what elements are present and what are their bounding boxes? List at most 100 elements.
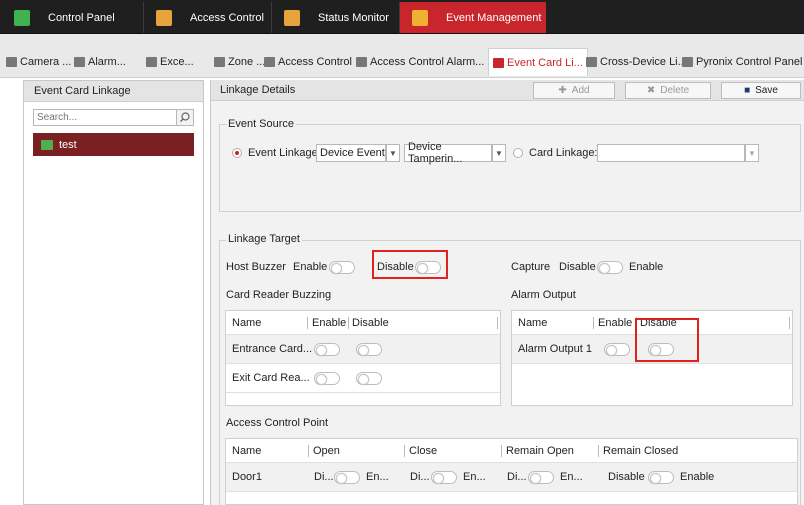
column-separator (501, 445, 502, 457)
capture-label: Capture (511, 261, 551, 273)
event-type-value: Device Event (320, 147, 385, 159)
save-label: Save (755, 85, 778, 96)
remain-closed-enable-label: Enable (680, 471, 715, 483)
row-name: Entrance Card... (232, 343, 313, 355)
remain-closed-toggle[interactable] (648, 471, 674, 484)
column-header: Enable (598, 317, 633, 329)
event-card-icon (493, 57, 504, 68)
host-buzzer-enable-toggle[interactable] (329, 261, 355, 274)
table-header: Name Open Close Remain Open Remain Close… (226, 439, 797, 463)
table-row[interactable]: Door1 Di... En... Di... En... Di... En..… (226, 463, 797, 492)
event-linkage-label: Event Linkage: (248, 147, 321, 159)
alarm-icon (74, 57, 85, 67)
close-enable-label: En... (463, 471, 486, 483)
capture-enable-label: Enable (629, 261, 664, 273)
tab-label: Control Panel (48, 11, 115, 24)
card-linkage-select[interactable] (597, 144, 745, 162)
table-row[interactable]: Exit Card Rea... (226, 364, 500, 393)
row-enable-toggle[interactable] (604, 343, 630, 356)
subtab-pyronix[interactable]: Pyronix Control Panel (682, 50, 802, 74)
access-control-event-icon (264, 57, 275, 67)
event-card-linkage-panel: Event Card Linkage test (23, 80, 204, 505)
search-button[interactable] (176, 110, 193, 125)
delete-label: Delete (660, 85, 690, 96)
subtab-label: Alarm... (88, 56, 126, 68)
capture-toggle[interactable] (597, 261, 623, 274)
subtab-label: Pyronix Control Panel (696, 56, 803, 68)
capture-disable-label: Disable (559, 261, 596, 273)
linkage-rule-icon (41, 139, 53, 150)
tab-event-management[interactable]: Event Management (400, 2, 546, 33)
row-enable-toggle[interactable] (314, 343, 340, 356)
subtab-label: Access Control Alarm... (370, 56, 485, 68)
chevron-down-icon[interactable]: ▼ (492, 144, 506, 162)
row-disable-toggle[interactable] (356, 343, 382, 356)
host-buzzer-disable-toggle[interactable] (415, 261, 441, 274)
tab-label: Access Control (190, 11, 264, 24)
row-enable-toggle[interactable] (314, 372, 340, 385)
x-icon: ✖ (646, 85, 656, 96)
card-reader-buzzing-table: Name Enable Disable Entrance Card... Exi… (225, 310, 501, 406)
open-enable-label: En... (366, 471, 389, 483)
column-separator (404, 445, 405, 457)
column-separator (497, 317, 498, 329)
event-type-select[interactable]: Device Event (316, 144, 386, 162)
card-linkage-radio[interactable] (513, 148, 523, 158)
linkage-details-title: Linkage Details (220, 84, 296, 96)
subtab-alarm[interactable]: Alarm... (74, 50, 126, 74)
event-source-group (219, 124, 801, 212)
column-header: Enable (312, 317, 347, 329)
save-button[interactable]: ■ Save (721, 82, 801, 99)
add-button[interactable]: ✚ Add (533, 82, 615, 99)
subtab-camera[interactable]: Camera ... (6, 50, 71, 74)
column-header: Open (313, 445, 340, 457)
search-input[interactable] (34, 110, 174, 125)
tree-item-test[interactable]: test (33, 133, 194, 156)
close-toggle[interactable] (431, 471, 457, 484)
delete-button[interactable]: ✖ Delete (625, 82, 711, 99)
event-linkage-radio[interactable] (232, 148, 242, 158)
column-header: Name (232, 317, 262, 329)
open-toggle[interactable] (334, 471, 360, 484)
subtab-cross-device-linkage[interactable]: Cross-Device Li... (586, 50, 687, 74)
add-label: Add (571, 85, 590, 96)
chevron-down-icon[interactable]: ▼ (386, 144, 400, 162)
tab-label: Event Management (446, 11, 542, 24)
row-name: Door1 (232, 471, 262, 483)
zone-icon (214, 57, 225, 67)
column-separator (308, 445, 309, 457)
highlight-box (635, 318, 699, 362)
event-source-label: Event Source (226, 118, 297, 130)
row-name: Exit Card Rea... (232, 372, 310, 384)
access-control-icon (156, 9, 172, 26)
save-icon: ■ (744, 85, 751, 96)
row-disable-toggle[interactable] (356, 372, 382, 385)
sub-tab-bar: Camera ... Alarm... Exce... Zone ... Acc… (0, 34, 804, 78)
column-header: Disable (352, 317, 389, 329)
column-separator (348, 317, 349, 329)
tab-status-monitor[interactable]: Status Monitor (272, 2, 400, 33)
table-row[interactable]: Entrance Card... (226, 335, 500, 364)
tab-access-control[interactable]: Access Control (144, 2, 272, 33)
subtab-access-control[interactable]: Access Control ... (264, 50, 364, 74)
card-reader-buzzing-label: Card Reader Buzzing (226, 289, 332, 301)
column-separator (598, 445, 599, 457)
subtab-zone[interactable]: Zone ... (214, 50, 265, 74)
camera-icon (6, 57, 17, 67)
column-header: Name (518, 317, 548, 329)
status-monitor-icon (284, 9, 300, 26)
subtab-label: Access Control ... (278, 56, 365, 68)
row-name: Alarm Output 1 (518, 343, 592, 355)
event-detail-select[interactable]: Device Tamperin... (404, 141, 492, 165)
subtab-event-card-linkage[interactable]: Event Card Li... (488, 48, 588, 76)
access-control-alarm-icon (356, 57, 367, 67)
subtab-exception[interactable]: Exce... (146, 50, 194, 74)
linkage-details-panel: Linkage Details ✚ Add ✖ Delete ■ Save Event… (210, 80, 804, 505)
event-management-icon (412, 9, 428, 26)
tab-control-panel[interactable]: Control Panel (14, 2, 144, 33)
column-separator (593, 317, 594, 329)
remain-open-toggle[interactable] (528, 471, 554, 484)
card-linkage-label: Card Linkage: (529, 147, 598, 159)
subtab-access-control-alarm[interactable]: Access Control Alarm... (356, 50, 484, 74)
chevron-down-icon[interactable]: ▼ (745, 144, 759, 162)
